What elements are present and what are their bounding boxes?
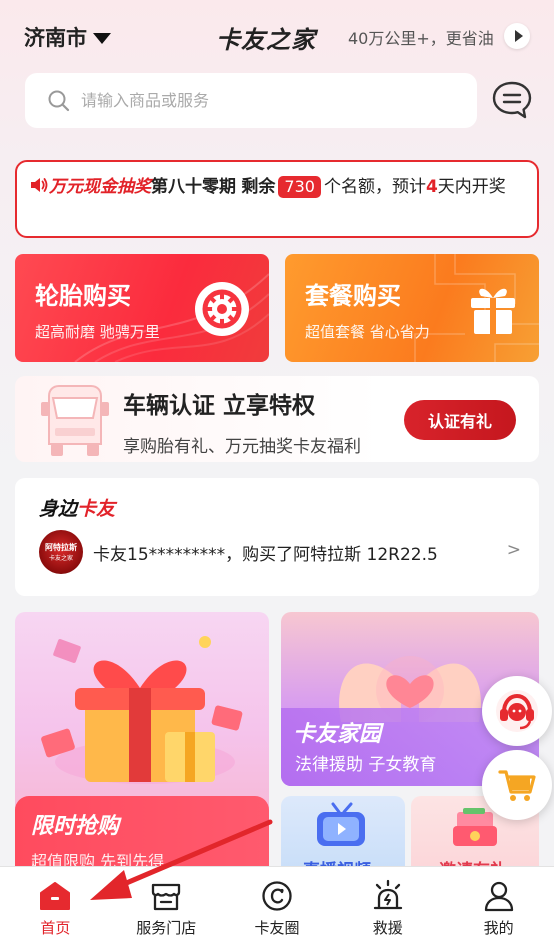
lottery-title: 万元现金抽奖 [49, 177, 151, 197]
tyre-purchase-card[interactable]: 轮胎购买 超高耐磨 驰骋万里 [15, 254, 269, 362]
tab-home[interactable]: 首页 [0, 867, 111, 951]
profile-icon [484, 881, 513, 912]
remaining-count-badge: 730 [278, 176, 321, 198]
friends-title-prefix: 身边 [39, 498, 78, 520]
app-brand-title: 卡友之家 [216, 26, 316, 54]
package-card-title: 套餐购买 [305, 282, 401, 310]
tab-trucker-circle[interactable]: 卡友圈 [222, 867, 333, 951]
tyre-card-title: 轮胎购买 [35, 282, 131, 310]
cert-card-subtitle: 享购胎有礼、万元抽奖卡友福利 [123, 437, 361, 457]
flash-sale-card[interactable]: 限时抢购 超值限购 先到先得 [15, 612, 269, 882]
city-selector[interactable]: 济南市 [24, 22, 111, 52]
tab-profile[interactable]: 我的 [443, 867, 554, 951]
certify-button[interactable]: 认证有礼 [404, 400, 516, 440]
circle-icon [262, 881, 292, 911]
nearby-friends-panel[interactable]: 身边卡友 阿特拉斯 卡友之家 卡友15*********，购买了阿特拉斯 12R… [15, 478, 539, 596]
package-card-subtitle: 超值套餐 省心省力 [305, 323, 430, 341]
flash-sale-title: 限时抢购 [31, 814, 120, 839]
bottom-tab-bar: 首页 服务门店 卡友圈 救援 我的 [0, 866, 554, 951]
remaining-label: 剩余 [241, 177, 276, 197]
rescue-icon [373, 879, 402, 910]
gift-box-illustration [41, 636, 243, 784]
trucker-home-subtitle: 法律援助 子女教育 [295, 755, 437, 775]
message-icon[interactable] [491, 79, 533, 121]
friend-purchase-message: 卡友15*********，购买了阿特拉斯 12R22.5 [93, 545, 438, 565]
trucker-home-title: 卡友家园 [293, 722, 382, 747]
search-icon [48, 90, 70, 111]
home-icon [40, 882, 71, 910]
search-input[interactable] [81, 91, 421, 110]
notice-text-mid: 个名额，预计 [323, 177, 426, 197]
customer-service-button[interactable] [482, 676, 552, 746]
cart-icon [498, 770, 536, 801]
avatar-sub-text: 卡友之家 [48, 555, 73, 562]
tab-label: 首页 [40, 919, 71, 937]
tab-service-store[interactable]: 服务门店 [111, 867, 222, 951]
chevron-down-icon [93, 32, 111, 44]
vehicle-certification-card[interactable]: 车辆认证 立享特权 享购胎有礼、万元抽奖卡友福利 认证有礼 [15, 376, 539, 462]
play-icon[interactable] [504, 23, 530, 49]
gift-icon [471, 288, 515, 334]
search-bar[interactable] [25, 73, 477, 128]
shopping-cart-button[interactable] [482, 750, 552, 820]
tab-label: 救援 [372, 919, 403, 937]
tab-label: 卡友圈 [254, 919, 300, 937]
avatar-brand-text: 阿特拉斯 [45, 543, 77, 552]
truck-icon [41, 385, 109, 456]
friends-title-suffix: 卡友 [77, 498, 116, 520]
tyre-card-subtitle: 超高耐磨 驰骋万里 [35, 323, 160, 341]
notice-text-end: 天内开奖 [437, 177, 506, 197]
tab-label: 我的 [483, 919, 514, 937]
speaker-icon [31, 178, 48, 192]
tab-label: 服务门店 [136, 919, 197, 937]
avatar: 阿特拉斯 卡友之家 [39, 530, 83, 574]
city-label: 济南市 [24, 26, 87, 50]
customer-service-icon [496, 690, 538, 732]
lottery-notice[interactable]: 万元现金抽奖第八十零期 剩余 730 个名额，预计4天内开奖 [15, 160, 539, 238]
tyre-icon [195, 282, 249, 336]
chevron-right-icon[interactable]: > [507, 540, 521, 560]
nearby-friends-title: 身边卡友 [39, 494, 115, 521]
store-icon [152, 883, 181, 911]
tv-icon [317, 802, 365, 846]
tab-rescue[interactable]: 救援 [332, 867, 443, 951]
lottery-period: 第八十零期 [151, 177, 236, 197]
header-slogan: 40万公里+，更省油 [348, 29, 494, 48]
notice-days: 4 [425, 177, 438, 197]
cert-card-title: 车辆认证 立享特权 [123, 393, 316, 419]
package-purchase-card[interactable]: 套餐购买 超值套餐 省心省力 [285, 254, 539, 362]
